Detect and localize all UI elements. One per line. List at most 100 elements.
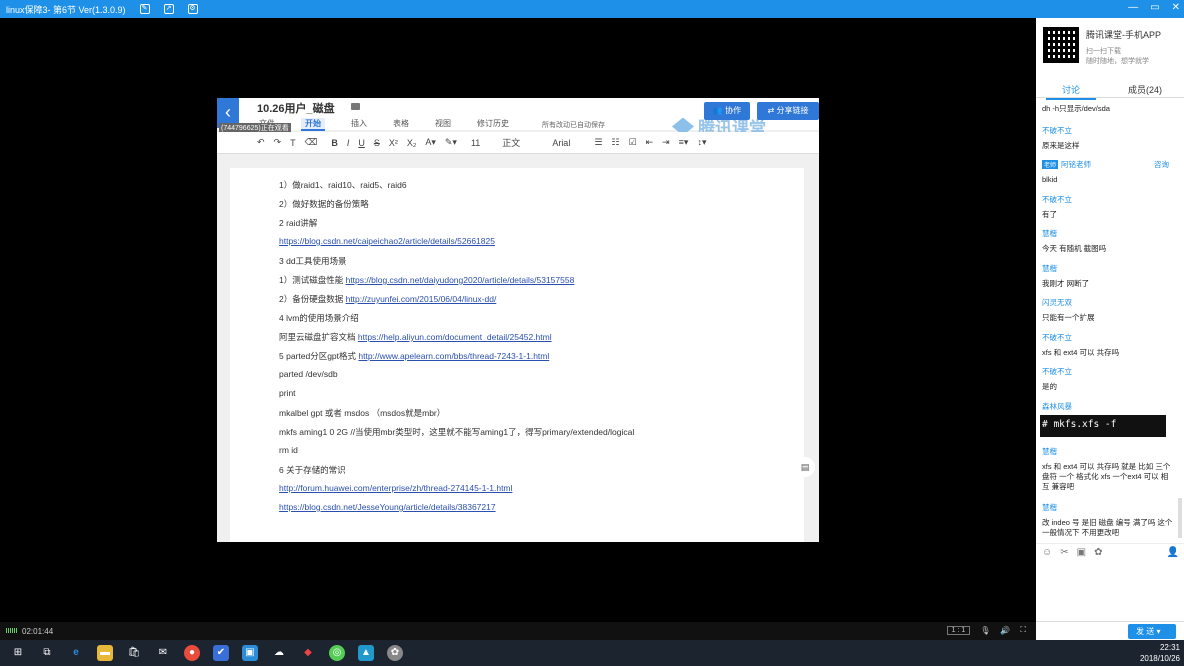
superscript-icon[interactable]: X² [389,138,398,148]
doc-link[interactable]: https://blog.csdn.net/JesseYoung/article… [279,502,496,512]
user-icon[interactable]: 👤 [1166,547,1178,558]
volume-icon[interactable]: 🔊 [1000,626,1010,635]
subscript-icon[interactable]: X₂ [407,138,417,148]
chat-screenshot[interactable]: # mkfs.xfs -f /dev/sdb1 [1040,415,1166,450]
checkbox-icon[interactable]: ☑ [628,137,636,148]
doc-line: 2）备份硬盘数据 http://zuyunfei.com/2015/06/04/… [279,294,497,304]
edge-icon[interactable]: e [68,645,84,661]
app-icon[interactable]: ◆ [300,645,316,661]
bold-icon[interactable]: B [331,138,338,148]
edit-icon[interactable]: ✎ [139,4,150,14]
doc-link[interactable]: https://help.aliyun.com/document_detail/… [358,332,552,342]
chat-input-area[interactable]: 发 送 ▾ [1036,621,1184,640]
shared-document: ‹ 10.26用户_磁盘 文件 开始 插入 表格 视图 修订历史 所有改动已自动… [217,98,819,542]
chat-scrollbar[interactable] [1178,498,1182,538]
tab-discussion[interactable]: 讨论 [1045,83,1097,100]
chat-list[interactable]: dh -h只显示/dev/sda 不破不立 原来是这样 老师 阿铭老师 咨询 blk… [1036,100,1184,540]
bullet-list-icon[interactable]: ☷ [611,137,619,148]
format-painter-icon[interactable]: T [290,138,296,148]
doc-link[interactable]: http://zuyunfei.com/2015/06/04/linux-dd/ [346,294,497,304]
doc-link[interactable]: https://blog.csdn.net/caipeichao2/articl… [279,236,495,246]
strikethrough-icon[interactable]: S [374,138,380,148]
ask-link[interactable]: 咨询 [1154,159,1169,170]
minimize-button[interactable]: — [1128,2,1138,13]
format-toolbar: ↶ ↷ T ⌫ B I U S X² X₂ A▾ ✎▾ 11 正文 Arial … [217,132,819,154]
indent-decrease-icon[interactable]: ⇤ [646,137,654,148]
taskbar: ⊞ ⧉ e ▬ 🛍 ✉ ● ✔ ▣ ☁ ◆ ◎ ▲ ✿ 22:31 2018/1… [0,640,1184,666]
store-icon[interactable]: 🛍 [126,645,142,661]
chat-message: 不破不立 原来是这样 [1042,126,1080,150]
scissors-icon[interactable]: ✂ [1060,547,1068,558]
sidebar-tabs: 讨论 成员(24) [1036,78,1184,100]
underline-icon[interactable]: U [358,138,365,148]
doc-link[interactable]: https://blog.csdn.net/daiyudong2020/arti… [346,275,575,285]
chat-message: 慧楷 改 indeo 号 是旧 磁盘 编号 满了吗 这个 一般情况下 不用更改吧 [1042,503,1173,537]
flower-icon[interactable]: ✿ [1094,547,1102,558]
ordered-list-icon[interactable]: ☰ [594,137,602,148]
chat-message: 不破不立 有了 [1042,195,1072,219]
folder-icon[interactable] [351,103,360,110]
doc-line: mkalbel gpt 或者 msdos （msdos就是mbr） [279,408,446,418]
audio-level-icon [6,628,18,633]
doc-line: 6 关于存储的常识 [279,465,346,475]
indent-increase-icon[interactable]: ⇥ [662,137,670,148]
app-icon[interactable]: ◎ [329,645,345,661]
chat-message: 不破不立 xfs 和 ext4 可以 共存吗 [1042,333,1120,357]
font-color-icon[interactable]: A▾ [425,137,436,148]
app-promo-title: 腾讯课堂-手机APP [1086,30,1162,40]
windows-start-icon[interactable]: ⊞ [10,645,26,661]
undo-icon[interactable]: ↶ [257,137,265,148]
comment-button[interactable]: ▤ [795,457,815,477]
settings-icon[interactable]: ⚙ [187,4,198,14]
maximize-button[interactable]: ▭ [1150,2,1159,13]
collab-button[interactable]: 👥 协作 [704,102,750,120]
aspect-ratio-button[interactable]: 1 : 1 [946,625,971,635]
share-link-button[interactable]: ⇄ 分享链接 [757,102,819,120]
align-icon[interactable]: ≡▾ [679,137,689,148]
doc-line: mkfs aming1 0 2G //当使用mbr类型时，这里就不能写aming… [279,427,635,437]
app-icon[interactable]: ✔ [213,645,229,661]
doc-line: parted /dev/sdb [279,369,338,379]
menu-table[interactable]: 表格 [393,118,409,131]
task-view-icon[interactable]: ⧉ [39,645,55,661]
chrome-icon[interactable]: ● [184,645,200,661]
doc-menu: 文件 开始 插入 表格 视图 修订历史 [259,118,535,131]
clear-format-icon[interactable]: ⌫ [305,137,318,148]
mail-icon[interactable]: ✉ [155,645,171,661]
document-page[interactable]: 1）做raid1、raid10、raid5、raid6 2）做好数据的备份策略 … [230,168,804,542]
italic-icon[interactable]: I [347,138,350,148]
close-button[interactable]: ✕ [1172,2,1180,13]
menu-view[interactable]: 视图 [435,118,451,131]
menu-history[interactable]: 修订历史 [477,118,509,131]
menu-home[interactable]: 开始 [301,118,325,131]
redo-icon[interactable]: ↷ [274,137,282,148]
doc-line: 4 lvm的使用场景介绍 [279,313,359,323]
doc-link[interactable]: http://forum.huawei.com/enterprise/zh/th… [279,483,512,493]
file-explorer-icon[interactable]: ▬ [97,645,113,661]
doc-header: ‹ 10.26用户_磁盘 文件 开始 插入 表格 视图 修订历史 所有改动已自动… [217,98,819,138]
app-icon[interactable]: ✿ [387,645,403,661]
highlight-icon[interactable]: ✎▾ [445,137,457,148]
tab-members[interactable]: 成员(24) [1128,83,1162,96]
mic-icon[interactable]: 🎙 [980,626,990,635]
fullscreen-icon[interactable]: ⛶ [1020,625,1026,635]
emoji-icon[interactable]: ☺ [1042,547,1052,558]
line-spacing-icon[interactable]: ↕▾ [697,137,706,148]
doc-title: 10.26用户_磁盘 [257,103,335,115]
doc-line: 3 dd工具使用场景 [279,256,347,266]
app-icon[interactable]: ▣ [242,645,258,661]
image-icon[interactable]: ▣ [1077,547,1086,558]
chat-message: 慧楷 今天 有随机 截图吗 [1042,229,1107,253]
doc-link[interactable]: http://www.apelearn.com/bbs/thread-7243-… [358,351,549,361]
font-size-select[interactable]: 11 [471,138,480,148]
chat-message: 慧楷 我刚才 网断了 [1042,264,1090,288]
paragraph-style-select[interactable]: 正文 [502,136,520,149]
app-title: linux保障3- 第6节 Ver(1.3.0.9) [6,4,126,15]
menu-insert[interactable]: 插入 [351,118,367,131]
external-icon[interactable]: ↗ [163,4,174,14]
tencent-class-icon[interactable]: ▲ [358,645,374,661]
send-button[interactable]: 发 送 ▾ [1128,624,1176,639]
system-clock[interactable]: 22:31 2018/10/26 [1140,642,1180,664]
app-icon[interactable]: ☁ [271,645,287,661]
font-family-select[interactable]: Arial [552,138,570,148]
